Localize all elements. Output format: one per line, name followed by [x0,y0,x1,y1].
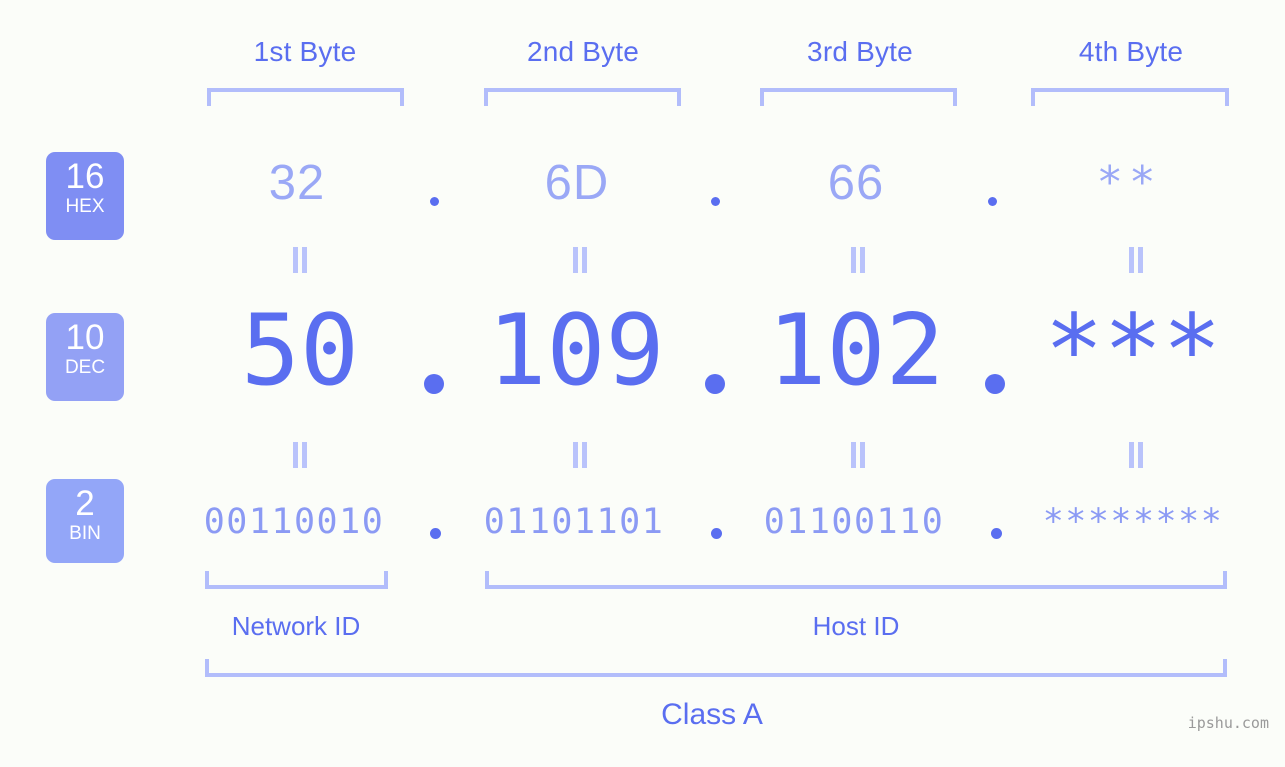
base-badge-bin-number: 2 [75,484,95,523]
base-badge-bin-abbr: BIN [69,523,101,544]
bin-byte-3: 01100110 [763,502,945,542]
equals-mark-hex-dec-3 [849,247,867,273]
equals-mark-dec-bin-2 [571,442,589,468]
base-badge-dec-number: 10 [65,318,105,357]
dec-byte-3: 102 [767,294,945,408]
base-badge-dec: 10 DEC [46,313,124,401]
hex-byte-1: 32 [268,156,326,210]
ip-address-breakdown-diagram: 1st Byte 2nd Byte 3rd Byte 4th Byte 16 H… [0,0,1285,767]
host-id-bracket [485,571,1227,589]
hex-separator-2 [711,197,720,206]
byte-header-1: 1st Byte [253,36,357,67]
bin-separator-2 [711,528,722,539]
hex-separator-1 [430,197,439,206]
hex-byte-4: ** [1096,157,1162,208]
dec-separator-1 [424,374,444,394]
network-id-bracket [205,571,388,589]
bin-byte-4: ******** [1042,502,1224,542]
network-id-label: Network ID [231,611,361,641]
host-id-label: Host ID [812,611,900,641]
hex-separator-3 [988,197,997,206]
site-watermark: ipshu.com [1187,714,1269,732]
base-badge-hex-number: 16 [65,157,105,196]
equals-mark-dec-bin-4 [1127,442,1145,468]
base-badge-bin: 2 BIN [46,479,124,563]
base-badge-hex: 16 HEX [46,152,124,240]
bin-separator-3 [991,528,1002,539]
byte-header-3: 3rd Byte [807,36,913,67]
bin-byte-1: 00110010 [203,502,385,542]
byte-bracket-3 [760,88,957,106]
base-badge-hex-abbr: HEX [65,196,105,217]
dec-separator-3 [985,374,1005,394]
dec-byte-2: 109 [487,294,665,408]
class-bracket [205,659,1227,677]
equals-mark-hex-dec-4 [1127,247,1145,273]
bin-separator-1 [430,528,441,539]
hex-byte-3: 66 [827,156,885,210]
hex-byte-2: 6D [544,156,610,210]
byte-bracket-1 [207,88,404,106]
dec-byte-1: 50 [240,294,359,408]
bin-byte-2: 01101101 [483,502,665,542]
equals-mark-dec-bin-3 [849,442,867,468]
dec-byte-4: *** [1044,294,1222,408]
equals-mark-hex-dec-2 [571,247,589,273]
byte-header-2: 2nd Byte [526,36,640,67]
class-label: Class A [661,698,763,731]
base-badge-dec-abbr: DEC [64,357,106,378]
dec-separator-2 [705,374,725,394]
byte-bracket-4 [1031,88,1229,106]
equals-mark-hex-dec-1 [291,247,309,273]
equals-mark-dec-bin-1 [291,442,309,468]
byte-header-4: 4th Byte [1078,36,1184,67]
byte-bracket-2 [484,88,681,106]
